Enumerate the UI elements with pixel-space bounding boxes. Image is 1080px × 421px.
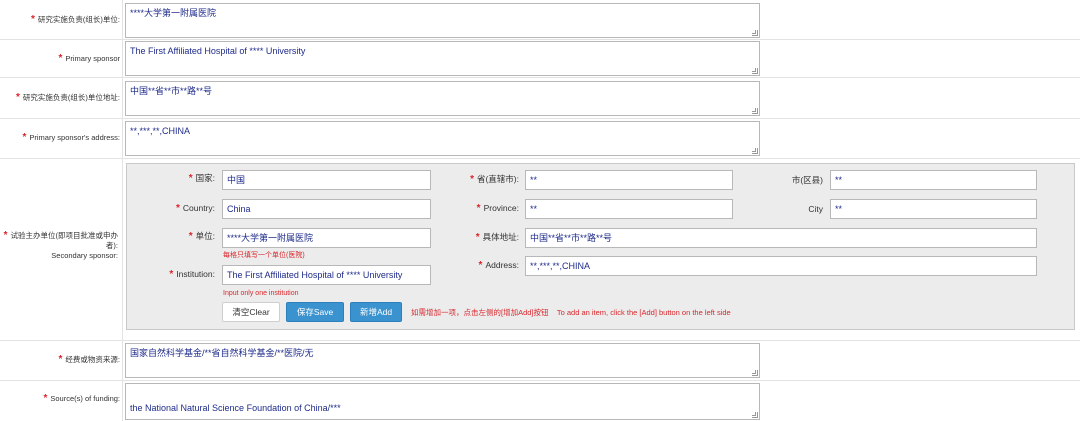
primary-sponsor-cn-label: * 研究实施负责(组长)单位: xyxy=(31,14,120,25)
save-button[interactable]: 保存Save xyxy=(286,302,344,322)
resize-handle-icon[interactable] xyxy=(752,148,758,154)
country-cn-label: * 国家: xyxy=(188,173,215,184)
province-en-input[interactable]: ** xyxy=(525,199,733,219)
label-divider xyxy=(122,78,123,118)
address-cn-label: * 具体地址: xyxy=(475,232,519,243)
institution-cn-label: * 单位: xyxy=(188,231,215,242)
funding-en-row: * Source(s) of funding: the National Natu… xyxy=(0,381,1080,421)
required-star: * xyxy=(175,203,180,214)
required-star: * xyxy=(16,92,20,103)
funding-cn-row: * 经费或物资来源: 国家自然科学基金/**省自然科学基金/**医院/无 xyxy=(0,341,1080,381)
required-star: * xyxy=(478,260,483,271)
primary-sponsor-en-textarea[interactable]: The First Affiliated Hospital of **** Un… xyxy=(125,41,760,76)
province-en-label: * Province: xyxy=(476,203,519,214)
label-divider xyxy=(122,159,123,340)
institution-en-input[interactable]: The First Affiliated Hospital of **** Un… xyxy=(222,265,431,285)
primary-sponsor-address-en-textarea[interactable]: **,***,**,CHINA xyxy=(125,121,760,156)
city-en-label: City xyxy=(808,204,823,214)
resize-handle-icon[interactable] xyxy=(752,412,758,418)
secondary-sponsor-panel: * 国家: 中国 * Country: China * 单位: ****大学第一附属医… xyxy=(126,163,1075,330)
address-en-label: * Address: xyxy=(478,260,519,271)
primary-sponsor-en-label: * Primary sponsor xyxy=(58,53,120,64)
institution-en-hint: Input only one institution xyxy=(223,290,299,297)
city-cn-label: 市(区县) xyxy=(791,175,823,185)
funding-en-textarea[interactable]: the National Natural Science Foundation … xyxy=(125,383,760,420)
required-star: * xyxy=(58,53,63,64)
primary-sponsor-address-cn-label: * 研究实施负责(组长)单位地址: xyxy=(16,92,120,103)
address-cn-input[interactable]: 中国**省**市**路**号 xyxy=(525,228,1037,248)
primary-sponsor-address-cn-textarea[interactable]: 中国**省**市**路**号 xyxy=(125,81,760,116)
city-cn-input[interactable]: ** xyxy=(830,170,1037,190)
add-item-hint: 如需增加一项，点击左侧的[增加Add]按钮 To add an item, cl… xyxy=(411,308,731,317)
clear-button[interactable]: 清空Clear xyxy=(222,302,280,322)
address-en-input[interactable]: **,***,**,CHINA xyxy=(525,256,1037,276)
resize-handle-icon[interactable] xyxy=(752,30,758,36)
required-star: * xyxy=(476,203,481,214)
primary-sponsor-cn-textarea[interactable]: ****大学第一附属医院 xyxy=(125,3,760,38)
label-divider xyxy=(122,40,123,77)
required-star: * xyxy=(22,132,27,143)
institution-cn-input[interactable]: ****大学第一附属医院 xyxy=(222,228,431,248)
required-star: * xyxy=(475,232,480,243)
add-button[interactable]: 新增Add xyxy=(350,302,402,322)
institution-cn-hint: 每格只填写一个单位(医院) xyxy=(223,252,305,259)
label-divider xyxy=(122,0,123,39)
label-divider xyxy=(122,381,123,421)
required-star: * xyxy=(188,173,193,184)
primary-sponsor-address-en-row: * Primary sponsor's address: **,***,**,CH… xyxy=(0,119,1080,159)
secondary-sponsor-label: * 试验主办单位(即项目批准或申办者): Secondary sponsor: xyxy=(3,230,118,261)
country-en-label: * Country: xyxy=(175,203,215,214)
required-star: * xyxy=(58,354,63,365)
city-en-input[interactable]: ** xyxy=(830,199,1037,219)
required-star: * xyxy=(169,269,174,280)
required-star: * xyxy=(31,14,35,25)
country-en-input[interactable]: China xyxy=(222,199,431,219)
province-cn-input[interactable]: ** xyxy=(525,170,733,190)
resize-handle-icon[interactable] xyxy=(752,370,758,376)
required-star: * xyxy=(470,174,474,185)
institution-en-label: * Institution: xyxy=(169,269,215,280)
funding-en-label: * Source(s) of funding: xyxy=(43,393,120,404)
primary-sponsor-cn-row: * 研究实施负责(组长)单位: ****大学第一附属医院 xyxy=(0,0,1080,40)
primary-sponsor-en-row: * Primary sponsor The First Affiliated Ho… xyxy=(0,40,1080,78)
label-divider xyxy=(122,119,123,158)
primary-sponsor-address-cn-row: * 研究实施负责(组长)单位地址: 中国**省**市**路**号 xyxy=(0,78,1080,119)
resize-handle-icon[interactable] xyxy=(752,68,758,74)
province-cn-label: * 省(直辖市): xyxy=(470,174,519,185)
country-cn-input[interactable]: 中国 xyxy=(222,170,431,190)
required-star: * xyxy=(188,231,193,242)
primary-sponsor-address-en-label: * Primary sponsor's address: xyxy=(22,132,120,143)
resize-handle-icon[interactable] xyxy=(752,108,758,114)
funding-cn-label: * 经费或物资来源: xyxy=(58,354,121,365)
required-star: * xyxy=(43,393,48,404)
label-divider xyxy=(122,341,123,380)
required-star: * xyxy=(3,230,8,241)
funding-cn-textarea[interactable]: 国家自然科学基金/**省自然科学基金/**医院/无 xyxy=(125,343,760,378)
